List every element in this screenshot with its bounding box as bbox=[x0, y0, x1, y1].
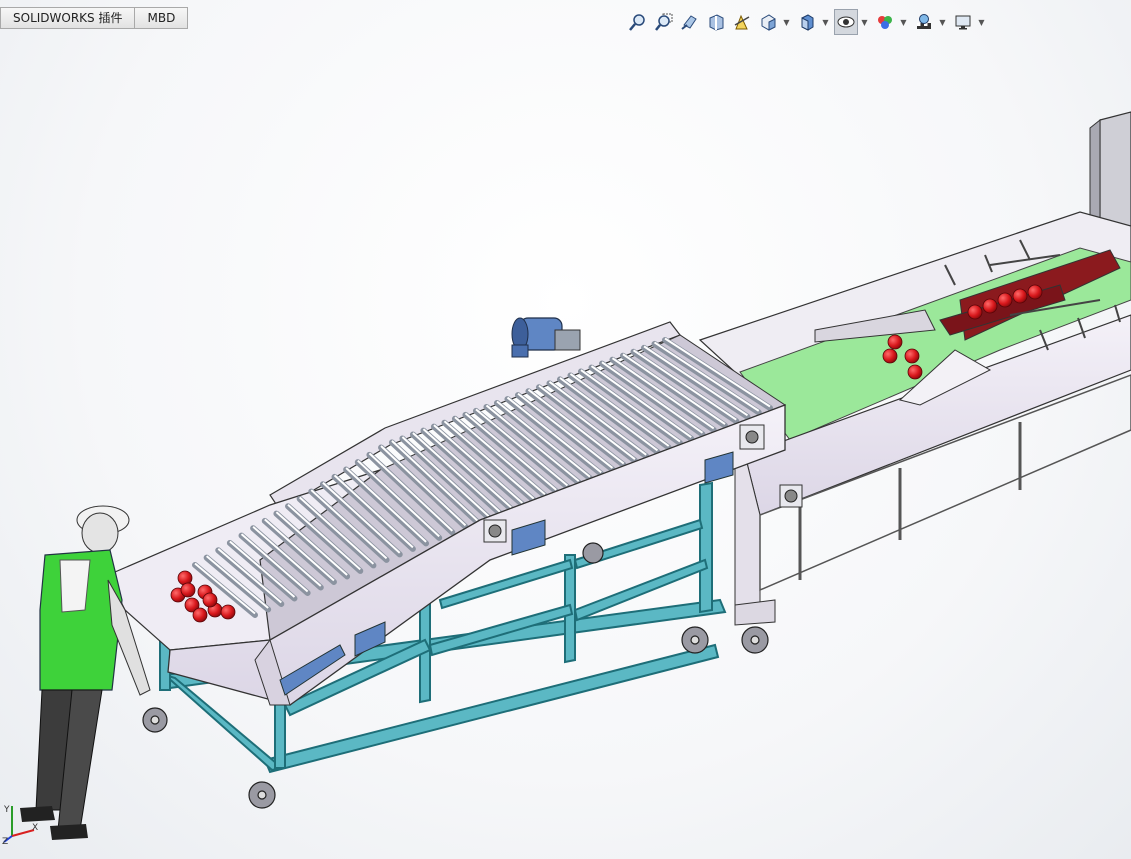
view-settings-icon bbox=[955, 15, 971, 30]
section-view-icon bbox=[709, 14, 724, 31]
section-view-button[interactable] bbox=[704, 9, 728, 35]
tomato bbox=[1027, 284, 1043, 300]
tomato bbox=[904, 348, 920, 364]
edit-appearance-button[interactable] bbox=[873, 9, 897, 35]
tomato bbox=[997, 292, 1013, 308]
tomato bbox=[982, 298, 998, 314]
hide-show-items-icon bbox=[837, 16, 855, 28]
apply-scene-dropdown[interactable]: ▼ bbox=[938, 9, 947, 35]
previous-view-button[interactable] bbox=[678, 9, 702, 35]
display-style-dropdown[interactable]: ▼ bbox=[821, 9, 830, 35]
edit-appearance-icon bbox=[878, 16, 892, 29]
tomato bbox=[202, 592, 218, 608]
tomato bbox=[882, 348, 898, 364]
graphics-area[interactable]: SOLIDWORKS 插件 MBD ▼ ▼ ▼ ▼ ▼ ▼ Y X Z bbox=[0, 0, 1131, 859]
tomato bbox=[220, 604, 236, 620]
chevron-down-icon: ▼ bbox=[822, 17, 829, 27]
conveyor-assembly-model[interactable] bbox=[0, 0, 1131, 859]
chevron-down-icon: ▼ bbox=[900, 17, 907, 27]
tomato bbox=[1012, 288, 1028, 304]
x-axis-arrow bbox=[11, 829, 35, 837]
view-orientation-button[interactable] bbox=[756, 9, 780, 35]
tomato bbox=[180, 582, 196, 598]
y-axis-label: Y bbox=[3, 805, 10, 815]
zoom-to-fit-button[interactable] bbox=[626, 9, 650, 35]
view-settings-dropdown[interactable]: ▼ bbox=[977, 9, 986, 35]
zoom-to-fit-icon bbox=[629, 14, 645, 31]
chevron-down-icon: ▼ bbox=[861, 17, 868, 27]
tab-solidworks-addins[interactable]: SOLIDWORKS 插件 bbox=[0, 7, 136, 29]
zoom-to-area-icon bbox=[655, 13, 673, 31]
worker-figure bbox=[20, 505, 151, 840]
zoom-to-area-button[interactable] bbox=[652, 9, 676, 35]
tomato bbox=[967, 304, 983, 320]
heads-up-view-toolbar: ▼ ▼ ▼ ▼ ▼ ▼ bbox=[626, 8, 990, 36]
chevron-down-icon: ▼ bbox=[783, 17, 790, 27]
tomato bbox=[887, 334, 903, 350]
drive-motor[interactable] bbox=[511, 317, 581, 358]
hide-show-items-button[interactable] bbox=[834, 9, 858, 35]
tab-mbd[interactable]: MBD bbox=[135, 7, 189, 29]
z-axis-label: Z bbox=[2, 837, 8, 845]
dynamic-annotation-icon bbox=[734, 14, 750, 30]
hide-show-items-dropdown[interactable]: ▼ bbox=[860, 9, 869, 35]
dynamic-annotation-button[interactable] bbox=[730, 9, 754, 35]
command-manager-tabs: SOLIDWORKS 插件 MBD bbox=[0, 7, 189, 29]
edit-appearance-dropdown[interactable]: ▼ bbox=[899, 9, 908, 35]
display-style-icon bbox=[801, 14, 814, 31]
chevron-down-icon: ▼ bbox=[978, 17, 985, 27]
tomato bbox=[907, 364, 923, 380]
chevron-down-icon: ▼ bbox=[939, 17, 946, 27]
reference-triad: Y X Z bbox=[2, 805, 38, 845]
apply-scene-icon bbox=[917, 14, 931, 29]
view-orientation-dropdown[interactable]: ▼ bbox=[782, 9, 791, 35]
apply-scene-button[interactable] bbox=[912, 9, 936, 35]
previous-view-icon bbox=[681, 15, 697, 30]
x-axis-label: X bbox=[32, 823, 38, 833]
view-settings-button[interactable] bbox=[951, 9, 975, 35]
display-style-button[interactable] bbox=[795, 9, 819, 35]
view-orientation-icon bbox=[761, 14, 776, 31]
tomato bbox=[192, 607, 208, 623]
